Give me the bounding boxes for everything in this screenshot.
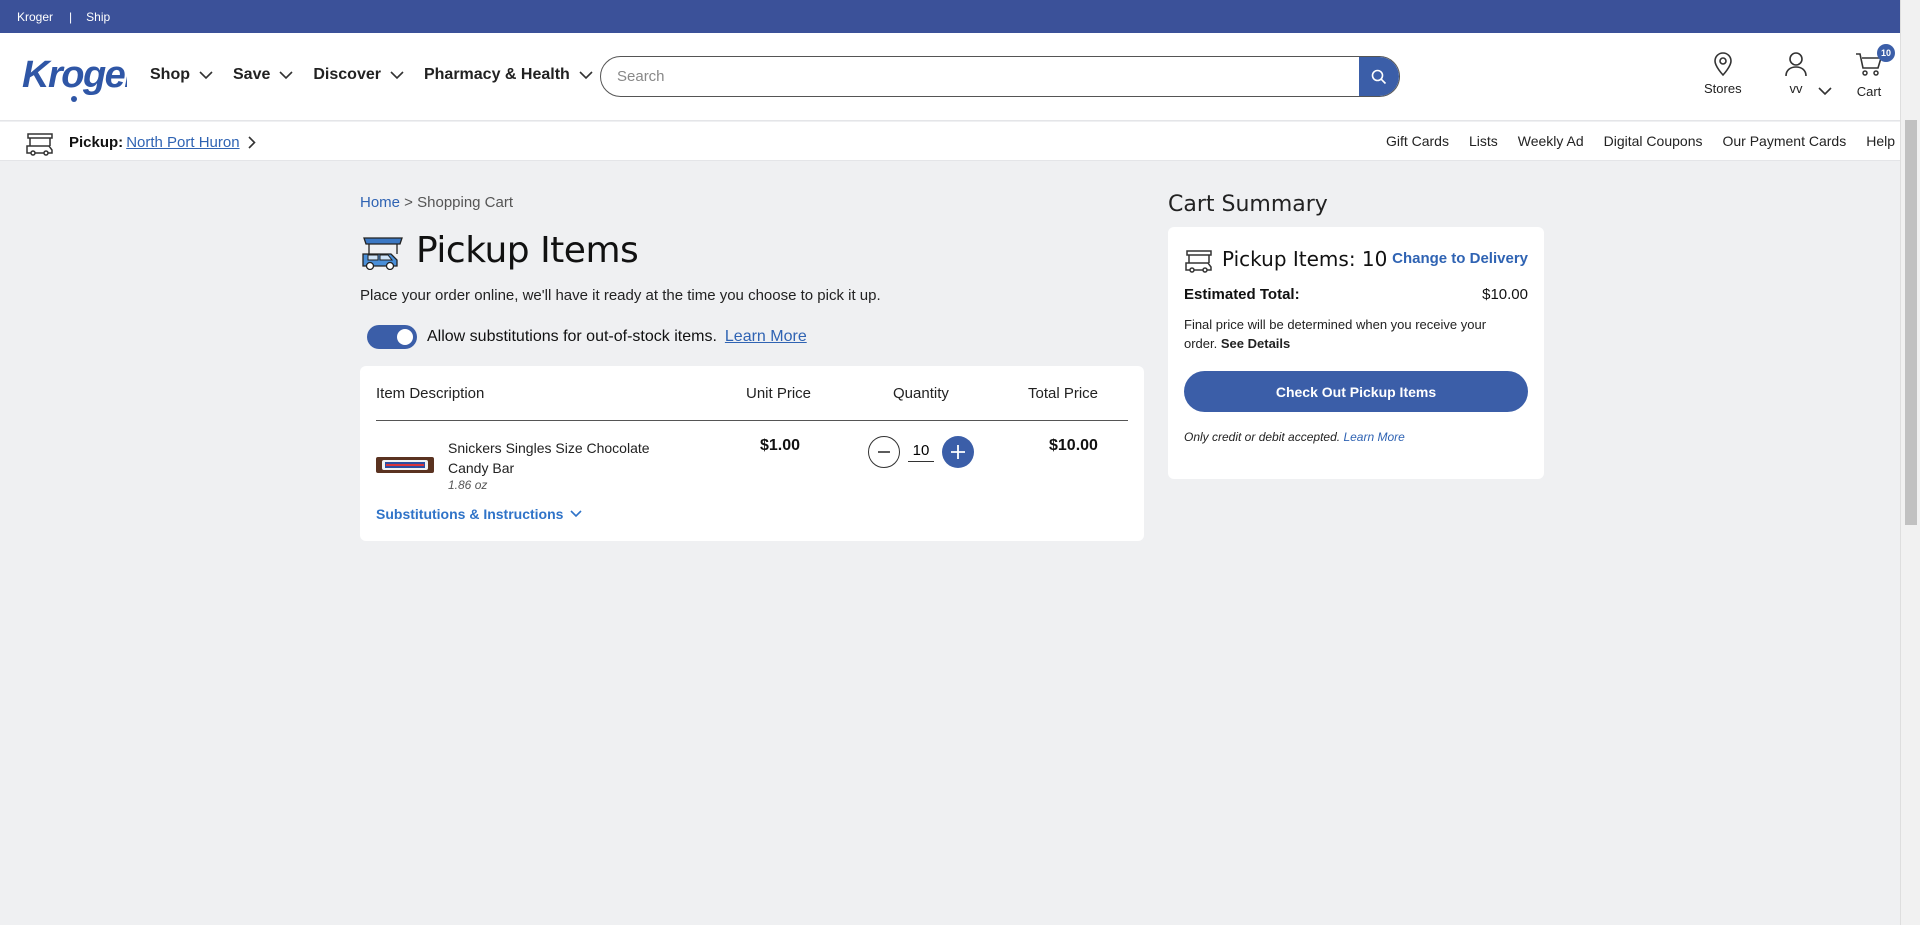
store-name-link[interactable]: North Port Huron xyxy=(126,134,239,151)
search-icon xyxy=(1371,69,1387,84)
nav-save[interactable]: Save xyxy=(233,66,293,84)
nav-pharmacy-label: Pharmacy & Health xyxy=(423,66,570,83)
account-label: vv xyxy=(1789,81,1803,96)
nav-shop[interactable]: Shop xyxy=(150,66,213,84)
product-name[interactable]: Snickers Singles Size Chocolate Candy Ba… xyxy=(448,438,678,478)
breadcrumb-current: Shopping Cart xyxy=(417,194,514,211)
nav-shop-label: Shop xyxy=(150,66,190,83)
account-button[interactable]: vv xyxy=(1784,51,1808,96)
kroger-link[interactable]: Kroger xyxy=(17,10,53,24)
location-pin-icon xyxy=(1713,52,1732,77)
payment-cards-link[interactable]: Our Payment Cards xyxy=(1722,133,1846,149)
change-to-delivery-link[interactable]: Change to Delivery xyxy=(1392,250,1528,267)
payment-note: Only credit or debit accepted. Learn Mor… xyxy=(1184,430,1405,444)
quantity-input[interactable] xyxy=(908,442,934,462)
header-divider xyxy=(376,420,1128,421)
weekly-ad-link[interactable]: Weekly Ad xyxy=(1518,133,1584,149)
substitution-text: Allow substitutions for out-of-stock ite… xyxy=(427,328,717,345)
search-bar xyxy=(600,56,1400,97)
increase-quantity-button[interactable] xyxy=(942,436,974,468)
chevron-down-icon xyxy=(199,70,213,79)
quantity-stepper xyxy=(868,436,974,468)
chevron-down-icon xyxy=(570,510,583,518)
chevron-down-icon xyxy=(579,70,593,79)
final-price-note: Final price will be determined when you … xyxy=(1184,315,1514,353)
digital-coupons-link[interactable]: Digital Coupons xyxy=(1604,133,1703,149)
breadcrumb: Home > Shopping Cart xyxy=(360,194,513,211)
substitution-row: Allow substitutions for out-of-stock ite… xyxy=(367,325,807,349)
scrollbar-thumb[interactable] xyxy=(1905,120,1917,525)
user-icon xyxy=(1785,52,1807,77)
nav-discover-label: Discover xyxy=(313,66,381,83)
pickup-truck-icon xyxy=(1185,250,1212,273)
col-header-total-price: Total Price xyxy=(1028,385,1099,402)
page-heading: Pickup Items xyxy=(416,230,639,271)
breadcrumb-home[interactable]: Home xyxy=(360,194,400,211)
product-image[interactable] xyxy=(376,454,434,476)
payment-note-text: Only credit or debit accepted. xyxy=(1184,430,1341,444)
summary-header: Pickup Items: 10 xyxy=(1184,245,1387,273)
page-scrollbar[interactable] xyxy=(1900,0,1920,925)
stores-button[interactable]: Stores xyxy=(1704,51,1742,96)
summary-items-count: Pickup Items: 10 xyxy=(1222,247,1388,271)
cart-summary-title: Cart Summary xyxy=(1168,192,1328,217)
ship-link[interactable]: Ship xyxy=(86,10,110,24)
help-link[interactable]: Help xyxy=(1866,133,1895,149)
nav-pharmacy[interactable]: Pharmacy & Health xyxy=(424,66,593,84)
stores-label: Stores xyxy=(1704,81,1742,96)
chevron-down-icon xyxy=(390,70,404,79)
separator: | xyxy=(69,9,73,24)
col-header-quantity: Quantity xyxy=(893,385,949,402)
search-input[interactable] xyxy=(617,57,1357,96)
see-details-link[interactable]: See Details xyxy=(1221,336,1290,351)
toggle-knob xyxy=(397,329,413,345)
page-title: Pickup Items xyxy=(360,230,639,271)
chevron-down-icon[interactable] xyxy=(1818,87,1832,96)
top-strip: Kroger | Ship xyxy=(0,0,1920,33)
substitution-toggle[interactable] xyxy=(367,325,417,349)
checkout-button[interactable]: Check Out Pickup Items xyxy=(1184,371,1528,412)
utility-links: Gift Cards Lists Weekly Ad Digital Coupo… xyxy=(1366,133,1895,149)
col-header-description: Item Description xyxy=(376,385,485,402)
payment-learn-more-link[interactable]: Learn More xyxy=(1343,430,1404,444)
cart-label: Cart xyxy=(1856,84,1882,99)
cart-count-badge: 10 xyxy=(1877,44,1895,62)
learn-more-link[interactable]: Learn More xyxy=(725,328,807,346)
product-size: 1.86 oz xyxy=(448,478,488,492)
pickup-car-icon xyxy=(362,236,403,270)
gift-cards-link[interactable]: Gift Cards xyxy=(1386,133,1449,149)
decrease-quantity-button[interactable] xyxy=(868,436,900,468)
col-header-unit-price: Unit Price xyxy=(746,385,812,402)
plus-icon xyxy=(951,445,965,459)
total-price: $10.00 xyxy=(1049,437,1098,454)
estimated-total-label: Estimated Total: xyxy=(1184,286,1300,303)
pickup-store-selector[interactable]: Pickup: North Port Huron xyxy=(25,128,256,156)
pickup-label: Pickup: xyxy=(69,133,124,151)
page-subtitle: Place your order online, we'll have it r… xyxy=(360,287,881,304)
main-nav: Shop Save Discover Pharmacy & Health xyxy=(150,66,613,84)
substitutions-label: Substitutions & Instructions xyxy=(376,506,564,522)
chevron-right-icon xyxy=(248,135,256,149)
main-header: Kroger Shop Save Discover Pharmacy & Hea… xyxy=(0,33,1900,121)
cart-button[interactable]: 10 Cart xyxy=(1855,44,1895,99)
lists-link[interactable]: Lists xyxy=(1469,133,1498,149)
breadcrumb-separator: > xyxy=(400,194,418,211)
unit-price: $1.00 xyxy=(760,437,801,454)
cart-items-card: Item Description Unit Price Quantity Tot… xyxy=(360,366,1144,541)
cart-summary-card: Pickup Items: 10 Change to Delivery Esti… xyxy=(1168,227,1544,479)
kroger-logo[interactable]: Kroger xyxy=(22,47,127,105)
sub-header: Pickup: North Port Huron Gift Cards List… xyxy=(0,122,1900,161)
minus-icon xyxy=(878,451,890,453)
svg-text:Kroger: Kroger xyxy=(22,54,127,96)
estimated-total-value: $10.00 xyxy=(1482,286,1528,303)
chevron-down-icon xyxy=(279,70,293,79)
nav-save-label: Save xyxy=(233,66,271,83)
pickup-truck-icon xyxy=(26,133,53,156)
nav-discover[interactable]: Discover xyxy=(313,66,404,84)
substitutions-instructions-toggle[interactable]: Substitutions & Instructions xyxy=(376,506,583,522)
search-button[interactable] xyxy=(1359,57,1399,96)
